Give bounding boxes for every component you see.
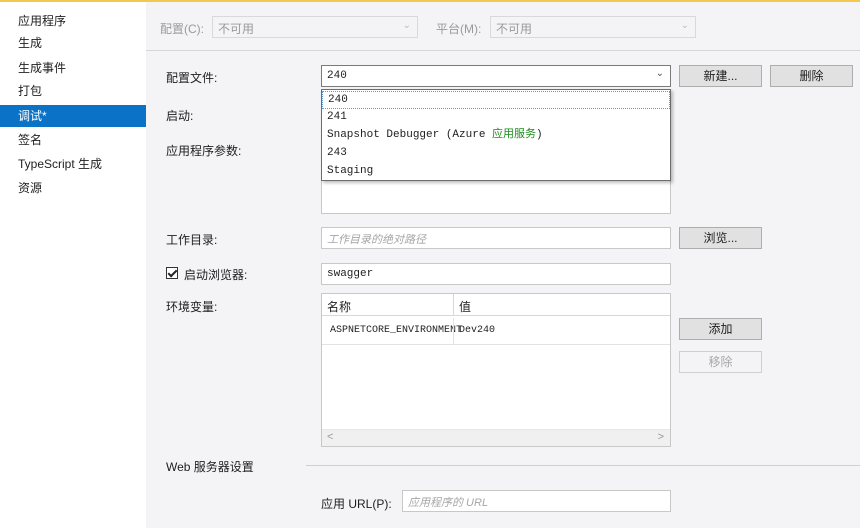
configuration-bar: 配置(C): 不可用 ⌄ 平台(M): 不可用 ⌄: [146, 2, 860, 51]
configuration-select[interactable]: 不可用 ⌄: [212, 16, 418, 38]
sidebar-item-application[interactable]: 应用程序: [0, 10, 146, 32]
profile-option[interactable]: Staging: [322, 163, 670, 181]
debug-properties-panel: 配置(C): 不可用 ⌄ 平台(M): 不可用 ⌄ 配置文件: 240 ⌄ 新建…: [146, 2, 860, 528]
working-dir-input[interactable]: 工作目录的绝对路径: [321, 227, 671, 249]
app-args-label: 应用程序参数:: [166, 144, 242, 158]
profile-dropdown-list: 240 241 Snapshot Debugger (Azure 应用服务) 2…: [321, 89, 671, 181]
working-dir-label: 工作目录:: [166, 233, 218, 247]
browse-button[interactable]: 浏览...: [679, 227, 762, 249]
column-divider: [453, 318, 454, 344]
column-header-name[interactable]: 名称: [327, 298, 351, 315]
env-var-value[interactable]: Dev240: [459, 325, 495, 336]
env-vars-label: 环境变量:: [166, 300, 218, 314]
chevron-down-icon: ⌄: [680, 20, 689, 31]
app-url-label: 应用 URL(P):: [321, 497, 392, 511]
platform-label: 平台(M):: [436, 22, 482, 36]
launch-browser-url-value: swagger: [327, 268, 374, 280]
profile-option-text: Snapshot Debugger (Azure: [327, 129, 493, 141]
scroll-right-icon[interactable]: >: [658, 431, 664, 443]
sidebar-item-resources[interactable]: 资源: [0, 177, 146, 199]
profile-option[interactable]: 241: [322, 109, 670, 127]
launch-label: 启动:: [166, 109, 194, 123]
sidebar-item-package[interactable]: 打包: [0, 80, 146, 102]
remove-env-var-button[interactable]: 移除: [679, 351, 762, 373]
table-header: 名称 值: [322, 294, 670, 316]
chevron-down-icon: ⌄: [655, 68, 664, 79]
sidebar-item-build[interactable]: 生成: [0, 32, 146, 54]
launch-browser-label: 启动浏览器:: [184, 268, 248, 282]
table-row[interactable]: ASPNETCORE_ENVIRONMENT Dev240: [322, 318, 670, 345]
env-var-name[interactable]: ASPNETCORE_ENVIRONMENT: [330, 325, 462, 336]
working-dir-placeholder: 工作目录的绝对路径: [327, 234, 426, 246]
profile-option[interactable]: 243: [322, 145, 670, 163]
web-server-section-label: Web 服务器设置: [166, 460, 254, 474]
profile-label: 配置文件:: [166, 71, 218, 85]
configuration-value: 不可用: [218, 22, 255, 36]
platform-select[interactable]: 不可用 ⌄: [490, 16, 696, 38]
sidebar-item-signing[interactable]: 签名: [0, 129, 146, 151]
profile-option-suffix: ): [536, 129, 543, 141]
profile-option-accent: 应用服务: [492, 129, 537, 141]
sidebar-item-typescript-build[interactable]: TypeScript 生成: [0, 153, 146, 175]
app-url-input[interactable]: 应用程序的 URL: [402, 490, 671, 512]
section-divider: [306, 465, 860, 466]
app-url-placeholder: 应用程序的 URL: [408, 497, 489, 509]
column-header-value[interactable]: 值: [459, 298, 471, 315]
launch-browser-checkbox[interactable]: [166, 267, 178, 279]
sidebar-item-build-events[interactable]: 生成事件: [0, 57, 146, 79]
chevron-down-icon: ⌄: [402, 20, 411, 31]
sidebar: 应用程序 生成 生成事件 打包 调试* 签名 TypeScript 生成 资源: [0, 2, 154, 528]
platform-value: 不可用: [496, 22, 533, 36]
sidebar-item-debug[interactable]: 调试*: [0, 105, 154, 127]
profile-option[interactable]: 240: [322, 91, 670, 109]
scroll-left-icon[interactable]: <: [327, 431, 333, 443]
column-divider[interactable]: [453, 294, 454, 315]
configuration-label: 配置(C):: [160, 22, 204, 36]
delete-profile-button[interactable]: 删除: [770, 65, 853, 87]
profile-option[interactable]: Snapshot Debugger (Azure 应用服务): [322, 127, 670, 145]
add-env-var-button[interactable]: 添加: [679, 318, 762, 340]
horizontal-scrollbar[interactable]: < >: [322, 429, 670, 446]
profile-value: 240: [327, 70, 347, 82]
profile-select[interactable]: 240 ⌄: [321, 65, 671, 87]
launch-browser-url-input[interactable]: swagger: [321, 263, 671, 285]
env-vars-table[interactable]: 名称 值 ASPNETCORE_ENVIRONMENT Dev240 < >: [321, 293, 671, 447]
new-profile-button[interactable]: 新建...: [679, 65, 762, 87]
